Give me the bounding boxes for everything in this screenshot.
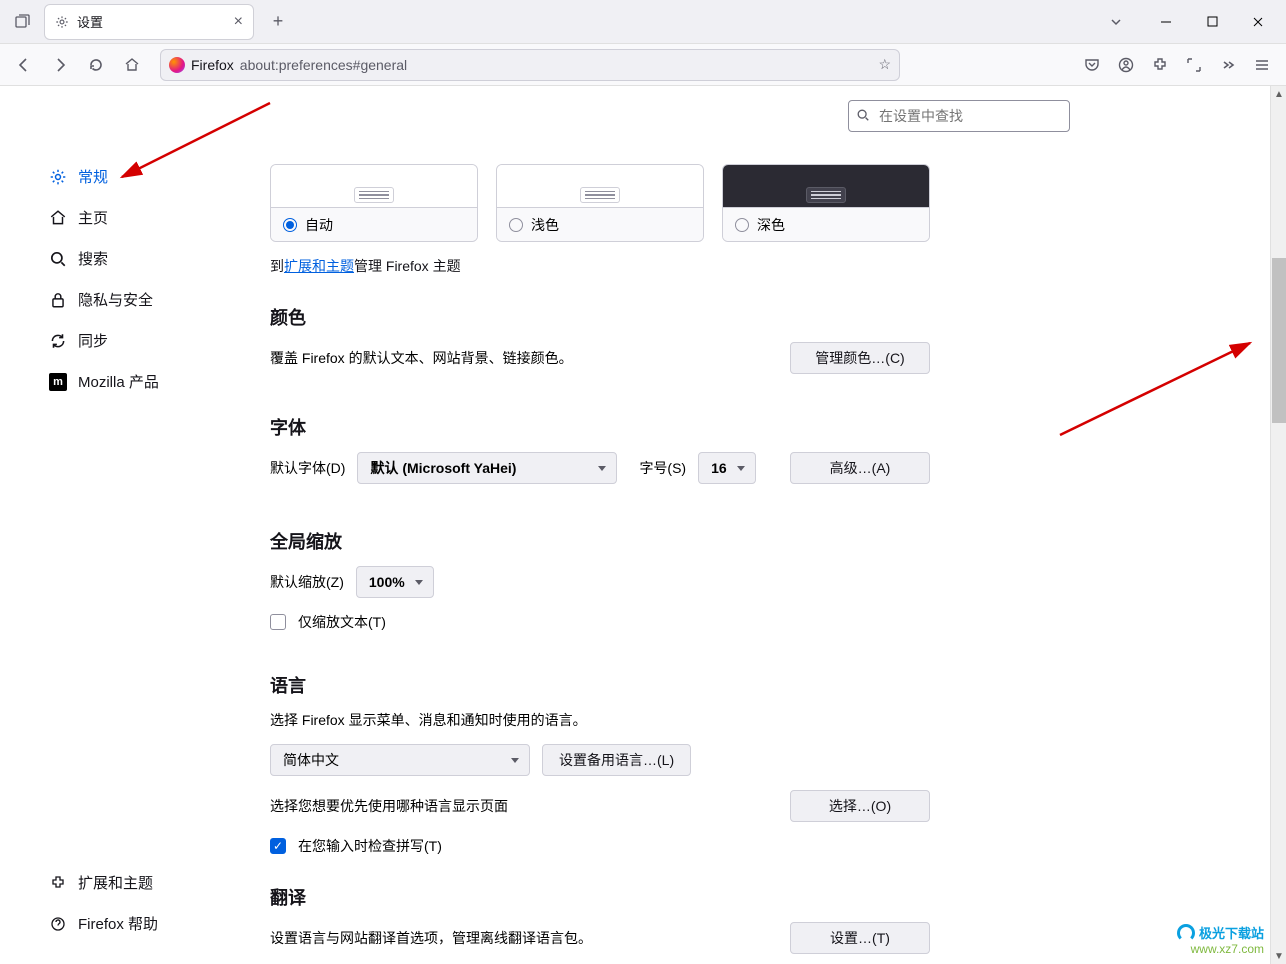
window-close[interactable] <box>1236 7 1280 37</box>
help-icon <box>48 914 68 934</box>
sidebar-item-label: 常规 <box>78 166 108 187</box>
identity-label: Firefox <box>191 57 234 73</box>
default-zoom-select[interactable]: 100% <box>356 566 434 598</box>
sidebar-item-label: 隐私与安全 <box>78 289 153 310</box>
advanced-fonts-button[interactable]: 高级…(A) <box>790 452 930 484</box>
scrollbar-thumb[interactable] <box>1272 258 1286 423</box>
settings-search <box>848 100 1070 132</box>
search-icon <box>48 249 68 269</box>
language-description: 选择 Firefox 显示菜单、消息和通知时使用的语言。 <box>270 710 587 730</box>
search-icon <box>856 108 870 127</box>
font-size-select[interactable]: 16 <box>698 452 756 484</box>
gear-icon <box>55 15 69 29</box>
list-all-tabs-button[interactable] <box>1100 6 1132 38</box>
extensions-themes-link[interactable]: 扩展和主题 <box>284 258 354 274</box>
choose-languages-button[interactable]: 选择…(O) <box>790 790 930 822</box>
section-heading-language: 语言 <box>270 672 930 698</box>
theme-link-line: 到扩展和主题管理 Firefox 主题 <box>270 256 930 276</box>
settings-search-input[interactable] <box>848 100 1070 132</box>
section-heading-translate: 翻译 <box>270 884 930 910</box>
url-bar[interactable]: Firefox about:preferences#general ☆ <box>160 49 900 81</box>
zoom-text-only-checkbox[interactable] <box>270 614 286 630</box>
sidebar-item-help[interactable]: Firefox 帮助 <box>0 903 230 944</box>
zoom-text-only-label: 仅缩放文本(T) <box>298 612 386 632</box>
bookmark-star-icon[interactable]: ☆ <box>878 56 891 73</box>
theme-label: 深色 <box>757 215 785 235</box>
scroll-up-arrow[interactable]: ▲ <box>1271 86 1286 102</box>
sidebar-item-label: Mozilla 产品 <box>78 371 159 392</box>
url-text: about:preferences#general <box>240 57 407 73</box>
sidebar-item-label: 主页 <box>78 207 108 228</box>
menu-icon[interactable] <box>1246 49 1278 81</box>
theme-option-auto[interactable]: 自动 <box>270 164 478 242</box>
reload-button[interactable] <box>80 49 112 81</box>
browser-tab[interactable]: 设置 × <box>44 4 254 40</box>
radio-icon <box>283 218 297 232</box>
forward-button[interactable] <box>44 49 76 81</box>
account-icon[interactable] <box>1110 49 1142 81</box>
manage-colors-button[interactable]: 管理颜色…(C) <box>790 342 930 374</box>
home-button[interactable] <box>116 49 148 81</box>
translate-description: 设置语言与网站翻译首选项，管理离线翻译语言包。 <box>270 928 592 948</box>
vertical-scrollbar[interactable]: ▲ ▼ <box>1270 86 1286 964</box>
language-select[interactable]: 简体中文 <box>270 744 530 776</box>
font-size-label: 字号(S) <box>639 458 686 478</box>
puzzle-icon <box>48 873 68 893</box>
overflow-icon[interactable] <box>1212 49 1244 81</box>
main-area: 常规 主页 搜索 隐私与安全 同步 m Mozilla 产品 <box>0 86 1270 964</box>
default-zoom-label: 默认缩放(Z) <box>270 572 344 592</box>
sidebar-item-general[interactable]: 常规 <box>0 156 230 197</box>
sidebar-item-label: 搜索 <box>78 248 108 269</box>
pocket-icon[interactable] <box>1076 49 1108 81</box>
colors-description: 覆盖 Firefox 的默认文本、网站背景、链接颜色。 <box>270 348 573 368</box>
back-button[interactable] <box>8 49 40 81</box>
theme-option-light[interactable]: 浅色 <box>496 164 704 242</box>
sidebar-item-label: Firefox 帮助 <box>78 913 158 934</box>
radio-icon <box>735 218 749 232</box>
firefox-icon <box>169 57 185 73</box>
settings-content: 自动 浅色 深色 到扩展和主题管理 Firefox 主题 颜色 覆盖 Firef… <box>230 86 1270 964</box>
recent-browsing-icon[interactable] <box>6 6 38 38</box>
sidebar-item-extensions[interactable]: 扩展和主题 <box>0 862 230 903</box>
sync-icon <box>48 331 68 351</box>
sidebar-item-search[interactable]: 搜索 <box>0 238 230 279</box>
scroll-down-arrow[interactable]: ▼ <box>1271 948 1286 964</box>
webpage-language-description: 选择您想要优先使用哪种语言显示页面 <box>270 796 508 816</box>
watermark: 极光下载站 www.xz7.com <box>1177 923 1264 956</box>
theme-selector: 自动 浅色 深色 <box>270 164 930 242</box>
default-font-select[interactable]: 默认 (Microsoft YaHei) <box>357 452 617 484</box>
sidebar-item-label: 扩展和主题 <box>78 872 153 893</box>
theme-label: 浅色 <box>531 215 559 235</box>
theme-option-dark[interactable]: 深色 <box>722 164 930 242</box>
translate-settings-button[interactable]: 设置…(T) <box>790 922 930 954</box>
screenshot-icon[interactable] <box>1178 49 1210 81</box>
section-heading-zoom: 全局缩放 <box>270 528 930 554</box>
home-icon <box>48 208 68 228</box>
sidebar-item-home[interactable]: 主页 <box>0 197 230 238</box>
gear-icon <box>48 167 68 187</box>
tab-title: 设置 <box>77 12 103 31</box>
radio-icon <box>509 218 523 232</box>
titlebar: 设置 × + <box>0 0 1286 44</box>
default-font-label: 默认字体(D) <box>270 458 345 478</box>
sidebar-item-mozilla[interactable]: m Mozilla 产品 <box>0 361 230 402</box>
settings-sidebar: 常规 主页 搜索 隐私与安全 同步 m Mozilla 产品 <box>0 86 230 964</box>
theme-label: 自动 <box>305 215 333 235</box>
set-alternatives-button[interactable]: 设置备用语言…(L) <box>542 744 691 776</box>
navbar: Firefox about:preferences#general ☆ <box>0 44 1286 86</box>
lock-icon <box>48 290 68 310</box>
section-heading-fonts: 字体 <box>270 414 930 440</box>
section-heading-colors: 颜色 <box>270 304 930 330</box>
sidebar-item-sync[interactable]: 同步 <box>0 320 230 361</box>
window-minimize[interactable] <box>1144 7 1188 37</box>
spellcheck-label: 在您输入时检查拼写(T) <box>298 836 442 856</box>
close-icon[interactable]: × <box>234 13 243 31</box>
window-maximize[interactable] <box>1190 7 1234 37</box>
new-tab-button[interactable]: + <box>264 8 292 36</box>
spellcheck-checkbox[interactable]: ✓ <box>270 838 286 854</box>
sidebar-item-privacy[interactable]: 隐私与安全 <box>0 279 230 320</box>
extensions-icon[interactable] <box>1144 49 1176 81</box>
sidebar-item-label: 同步 <box>78 330 108 351</box>
mozilla-icon: m <box>48 372 68 392</box>
